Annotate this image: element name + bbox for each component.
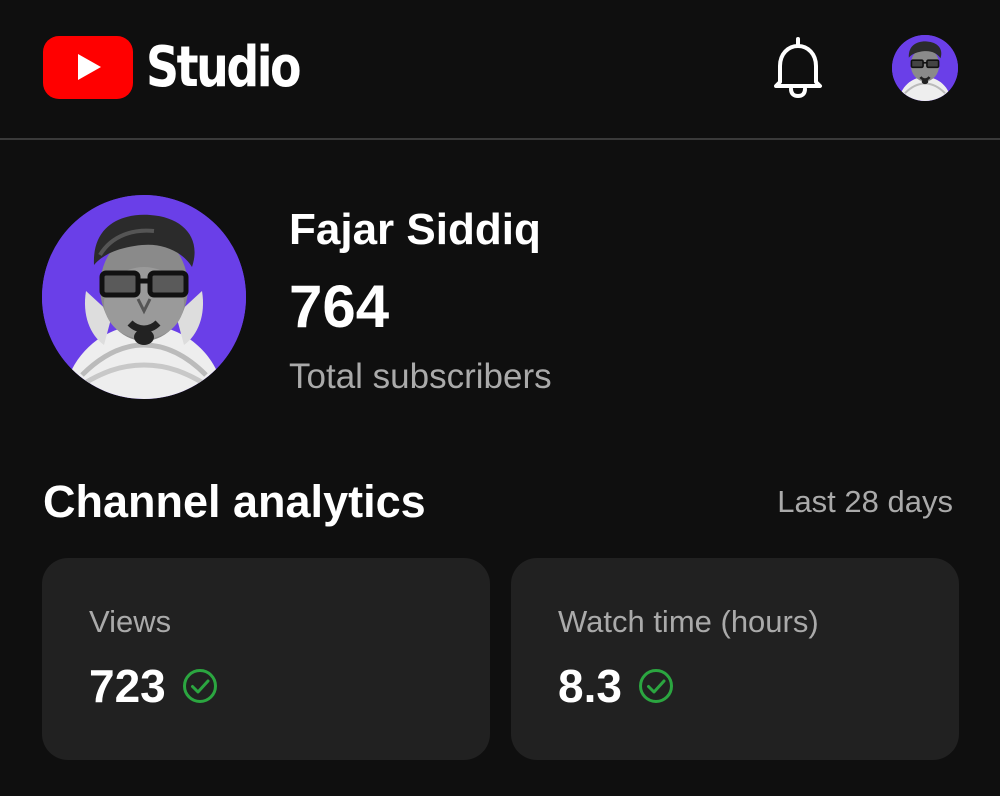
youtube-logo-icon[interactable] bbox=[43, 36, 133, 99]
person-avatar-icon bbox=[892, 35, 958, 101]
analytics-period: Last 28 days bbox=[777, 484, 953, 519]
channel-avatar bbox=[42, 195, 246, 399]
bell-icon[interactable] bbox=[770, 36, 826, 98]
account-avatar[interactable] bbox=[892, 35, 958, 101]
section-title-channel-analytics: Channel analytics bbox=[43, 476, 426, 527]
views-card[interactable]: Views 723 bbox=[42, 558, 490, 760]
check-circle-icon bbox=[638, 669, 673, 703]
watch-time-label: Watch time (hours) bbox=[558, 604, 819, 639]
subscriber-label: Total subscribers bbox=[289, 357, 552, 396]
studio-brand-text: Studio bbox=[146, 35, 302, 100]
views-label: Views bbox=[89, 604, 172, 639]
check-circle-icon bbox=[182, 669, 217, 703]
person-avatar-icon bbox=[42, 195, 246, 399]
subscriber-count: 764 bbox=[289, 273, 390, 340]
channel-name: Fajar Siddiq bbox=[289, 205, 541, 254]
watch-time-card[interactable]: Watch time (hours) 8.3 bbox=[511, 558, 959, 760]
play-triangle-icon bbox=[78, 54, 101, 80]
watch-time-value: 8.3 bbox=[558, 660, 622, 712]
top-app-bar: Studio bbox=[0, 0, 1000, 140]
views-value: 723 bbox=[89, 660, 166, 712]
